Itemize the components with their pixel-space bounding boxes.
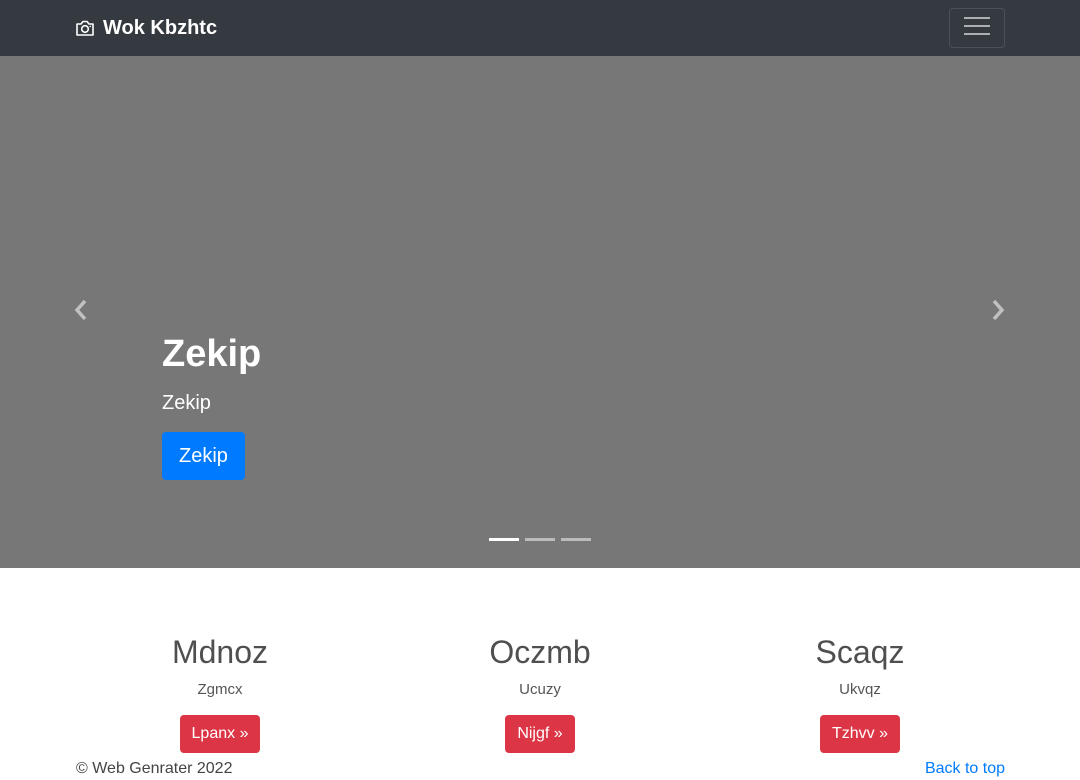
feature-heading: Scaqz — [815, 634, 905, 670]
carousel-caption: Zekip Zekip — [162, 326, 261, 418]
carousel-next-button[interactable] — [958, 56, 1038, 568]
feature-text: Ukvqz — [839, 681, 881, 698]
footer-copyright: © Web Genrater 2022 — [76, 760, 233, 777]
feature-column-3: Scaqz Ukvqz Tzhvv » — [700, 628, 1020, 753]
carousel-indicator-1[interactable] — [489, 538, 519, 541]
feature-button[interactable]: Tzhvv » — [819, 715, 900, 753]
chevron-right-icon — [990, 299, 1006, 326]
chevron-left-icon — [73, 299, 89, 326]
brand-name: Wok Kbzhtc — [103, 16, 218, 39]
back-to-top-link[interactable]: Back to top — [925, 759, 1005, 779]
carousel-indicator-3[interactable] — [561, 538, 591, 541]
feature-heading: Oczmb — [489, 634, 591, 670]
carousel-prev-button[interactable] — [41, 56, 121, 568]
navbar: Wok Kbzhtc — [0, 0, 1080, 56]
carousel-cta-button[interactable]: Zekip — [162, 432, 245, 480]
feature-column-2: Oczmb Ucuzy Nijgf » — [380, 628, 700, 753]
hamburger-menu-icon — [963, 15, 991, 42]
carousel-indicator-2[interactable] — [525, 538, 555, 541]
feature-button[interactable]: Lpanx » — [179, 715, 261, 753]
carousel-subtitle: Zekip — [162, 392, 211, 414]
feature-text: Ucuzy — [519, 681, 561, 698]
camera-icon — [75, 19, 95, 37]
hero-carousel: Zekip Zekip Zekip — [0, 56, 1080, 568]
carousel-title: Zekip — [162, 333, 262, 375]
feature-button[interactable]: Nijgf » — [505, 715, 575, 753]
navbar-toggler-button[interactable] — [949, 8, 1005, 48]
feature-text: Zgmcx — [197, 681, 243, 698]
brand-link[interactable]: Wok Kbzhtc — [75, 0, 217, 56]
feature-heading: Mdnoz — [171, 634, 269, 670]
feature-column-1: Mdnoz Zgmcx Lpanx » — [60, 628, 380, 753]
carousel-indicators — [0, 538, 1080, 541]
